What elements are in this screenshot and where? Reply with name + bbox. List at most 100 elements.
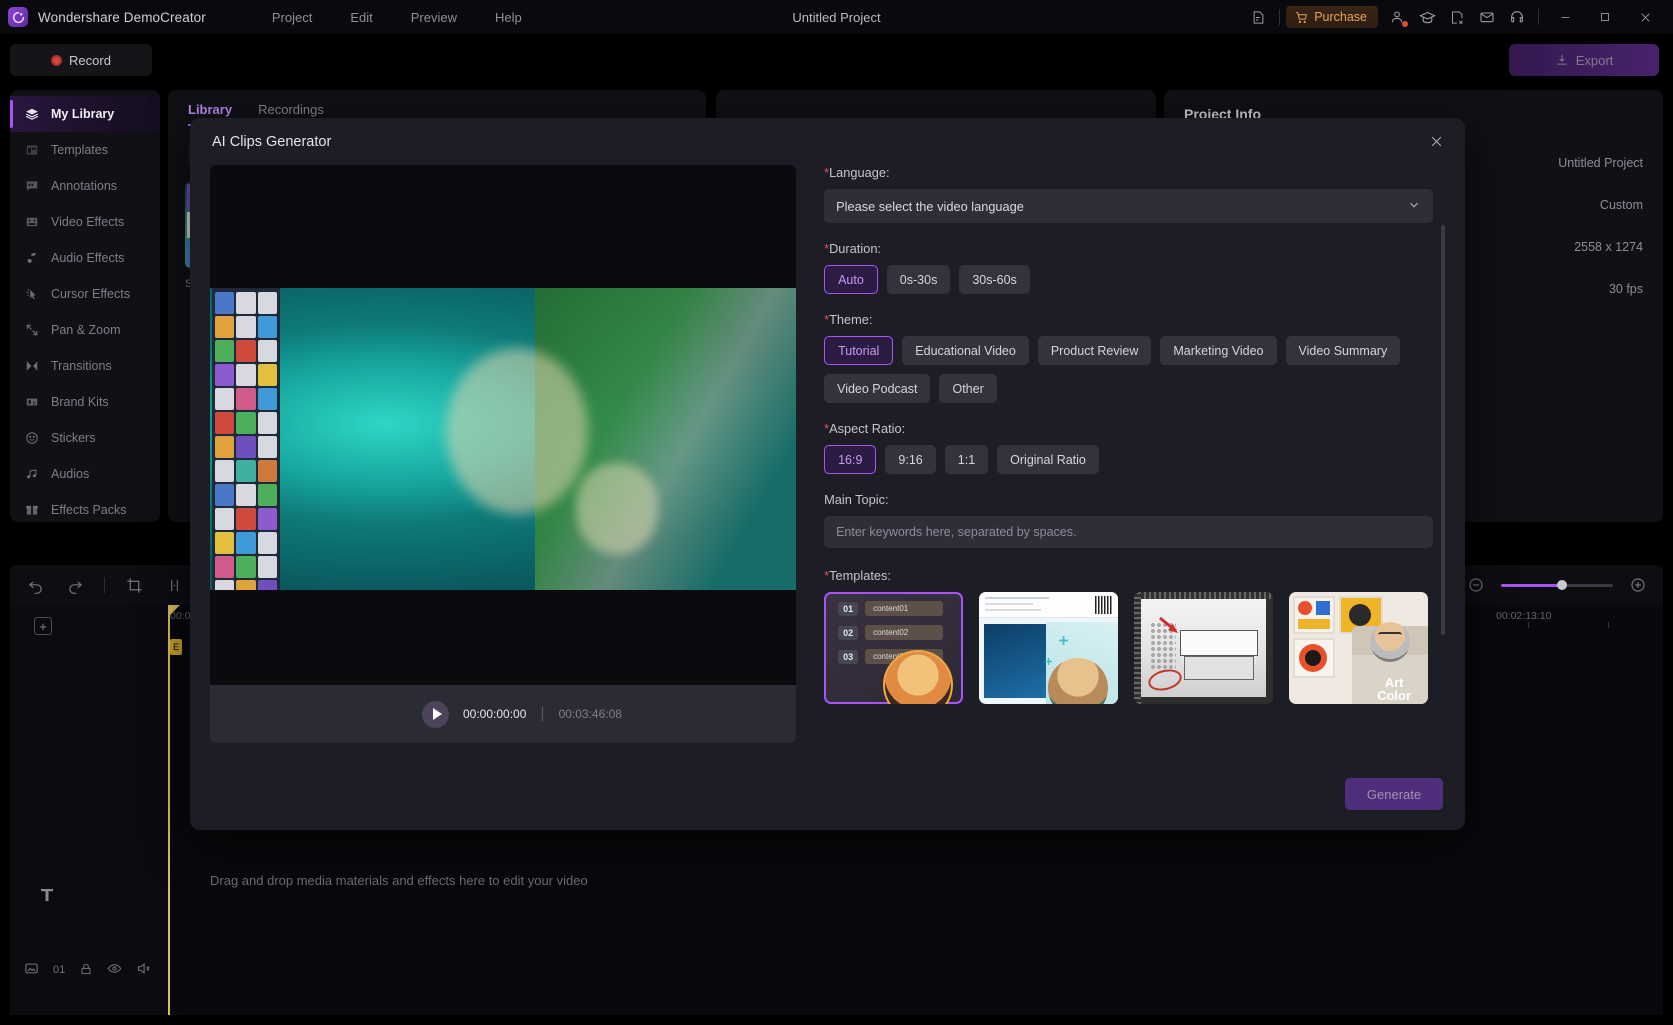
aspect-ratio-options: 16:9 9:16 1:1 Original Ratio bbox=[824, 445, 1433, 474]
video-frame bbox=[210, 288, 797, 590]
dialog-body: 00:00:00:00 | 00:03:46:08 *Language: Ple… bbox=[190, 165, 1465, 743]
template-row-text: content01 bbox=[865, 601, 944, 616]
text-track-icon[interactable] bbox=[38, 886, 56, 909]
template-office-document[interactable] bbox=[979, 592, 1119, 704]
export-button[interactable]: Export bbox=[1509, 44, 1659, 76]
theme-option-educational-video[interactable]: Educational Video bbox=[902, 336, 1029, 365]
sidebar-label: Annotations bbox=[51, 179, 118, 193]
sidebar-item-my-library[interactable]: My Library bbox=[10, 96, 160, 132]
eye-icon[interactable] bbox=[107, 961, 122, 979]
duration-option-30s-60s[interactable]: 30s-60s bbox=[959, 265, 1030, 294]
undo-icon[interactable] bbox=[24, 574, 46, 596]
aspect-option-1-1[interactable]: 1:1 bbox=[944, 445, 989, 474]
template-numbered-list[interactable]: 01 content01 02 content02 03 content03 bbox=[824, 592, 964, 704]
clip-marker[interactable]: E bbox=[170, 639, 182, 655]
duration-options: Auto 0s-30s 30s-60s bbox=[824, 265, 1433, 294]
sidebar-item-brand-kits[interactable]: B Brand Kits bbox=[10, 384, 160, 420]
sidebar-item-annotations[interactable]: Annotations bbox=[10, 168, 160, 204]
purchase-button[interactable]: Purchase bbox=[1286, 6, 1378, 28]
divider bbox=[104, 577, 105, 593]
template-gallery: 01 content01 02 content02 03 content03 A… bbox=[824, 592, 1433, 704]
sidebar-label: Cursor Effects bbox=[51, 287, 130, 301]
main-topic-input[interactable]: Enter keywords here, separated by spaces… bbox=[824, 516, 1433, 548]
theme-option-product-review[interactable]: Product Review bbox=[1037, 336, 1152, 365]
language-select[interactable]: Please select the video language bbox=[824, 189, 1433, 223]
sidebar-label: Brand Kits bbox=[51, 395, 109, 409]
duration-option-0s-30s[interactable]: 0s-30s bbox=[886, 265, 951, 294]
sidebar-item-effects-packs[interactable]: Effects Packs bbox=[10, 492, 160, 528]
add-track-button[interactable]: + bbox=[34, 617, 52, 635]
sidebar-item-templates[interactable]: Templates bbox=[10, 132, 160, 168]
theme-option-video-podcast[interactable]: Video Podcast bbox=[824, 374, 931, 403]
graduation-cap-icon[interactable] bbox=[1412, 2, 1442, 32]
current-time: 00:00:00:00 bbox=[463, 707, 527, 721]
headset-icon[interactable] bbox=[1502, 2, 1532, 32]
sidebar-item-cursor-effects[interactable]: Cursor Effects bbox=[10, 276, 160, 312]
record-button[interactable]: Record bbox=[10, 44, 152, 76]
split-icon[interactable] bbox=[163, 574, 185, 596]
account-icon[interactable] bbox=[1382, 2, 1412, 32]
sidebar-item-transitions[interactable]: Transitions bbox=[10, 348, 160, 384]
zoom-slider-fill bbox=[1501, 583, 1563, 587]
aspect-option-16-9[interactable]: 16:9 bbox=[824, 445, 877, 474]
record-label: Record bbox=[69, 52, 111, 68]
app-title: Wondershare DemoCreator bbox=[38, 9, 206, 25]
theme-option-marketing-video[interactable]: Marketing Video bbox=[1160, 336, 1277, 365]
project-title: Untitled Project bbox=[792, 9, 881, 25]
sidebar-label: Transitions bbox=[51, 359, 112, 373]
redo-icon[interactable] bbox=[64, 574, 86, 596]
track-thumbnail-icon[interactable] bbox=[24, 961, 39, 979]
menu-item-preview[interactable]: Preview bbox=[411, 10, 457, 25]
mail-icon[interactable] bbox=[1472, 2, 1502, 32]
theme-option-other[interactable]: Other bbox=[939, 374, 997, 403]
play-icon[interactable] bbox=[422, 700, 449, 728]
close-icon[interactable] bbox=[1425, 130, 1447, 152]
crop-icon[interactable] bbox=[123, 574, 145, 596]
aspect-option-9-16[interactable]: 9:16 bbox=[885, 445, 936, 474]
sidebar-item-video-effects[interactable]: Video Effects bbox=[10, 204, 160, 240]
export-label: Export bbox=[1575, 52, 1614, 68]
svg-text:B: B bbox=[33, 400, 36, 405]
sidebar-item-audio-effects[interactable]: Audio Effects bbox=[10, 240, 160, 276]
sidebar-item-audios[interactable]: Audios bbox=[10, 456, 160, 492]
ruler-label-end: 00:02:13:10 bbox=[1496, 610, 1552, 622]
zoom-out-icon[interactable] bbox=[1465, 574, 1487, 596]
mute-icon[interactable] bbox=[136, 961, 151, 979]
close-icon[interactable] bbox=[1625, 0, 1665, 34]
sidebar-item-stickers[interactable]: Stickers bbox=[10, 420, 160, 456]
generate-button[interactable]: Generate bbox=[1345, 778, 1443, 810]
project-info-resolution: 2558 x 1274 bbox=[1574, 240, 1643, 254]
theme-label: *Theme: bbox=[824, 312, 873, 327]
maximize-icon[interactable] bbox=[1585, 0, 1625, 34]
timeline-track-headers: + bbox=[10, 605, 168, 1015]
layers-icon bbox=[24, 106, 40, 122]
form-scrollbar[interactable] bbox=[1441, 225, 1445, 635]
template-row-number: 03 bbox=[838, 649, 859, 664]
zoom-slider-handle[interactable] bbox=[1557, 580, 1567, 590]
template-art-gallery[interactable]: Art Color bbox=[1289, 592, 1429, 704]
divider bbox=[1279, 9, 1281, 25]
playhead[interactable] bbox=[168, 605, 170, 1015]
zoom-slider[interactable] bbox=[1501, 580, 1613, 590]
tutorial-icon[interactable] bbox=[1442, 2, 1472, 32]
duration-option-auto[interactable]: Auto bbox=[824, 265, 878, 294]
smiley-icon bbox=[24, 430, 40, 446]
sidebar-item-pan-zoom[interactable]: Pan & Zoom bbox=[10, 312, 160, 348]
note-edit-icon[interactable] bbox=[1243, 2, 1273, 32]
template-row-number: 01 bbox=[838, 601, 859, 616]
aspect-option-original-ratio[interactable]: Original Ratio bbox=[997, 445, 1099, 474]
theme-option-video-summary[interactable]: Video Summary bbox=[1285, 336, 1401, 365]
theme-option-tutorial[interactable]: Tutorial bbox=[824, 336, 894, 365]
menu-item-edit[interactable]: Edit bbox=[350, 10, 372, 25]
desktop-icons-overlay bbox=[212, 288, 280, 590]
minimize-icon[interactable] bbox=[1545, 0, 1585, 34]
purchase-label: Purchase bbox=[1314, 10, 1367, 24]
wondershare-logo-icon bbox=[8, 7, 28, 27]
menu-item-help[interactable]: Help bbox=[495, 10, 522, 25]
template-architecture-sketch[interactable] bbox=[1134, 592, 1274, 704]
titlebar-actions: Purchase bbox=[1243, 0, 1673, 34]
sidebar-label: Effects Packs bbox=[51, 503, 127, 517]
lock-icon[interactable] bbox=[79, 962, 93, 979]
menu-item-project[interactable]: Project bbox=[272, 10, 312, 25]
zoom-in-icon[interactable] bbox=[1627, 574, 1649, 596]
